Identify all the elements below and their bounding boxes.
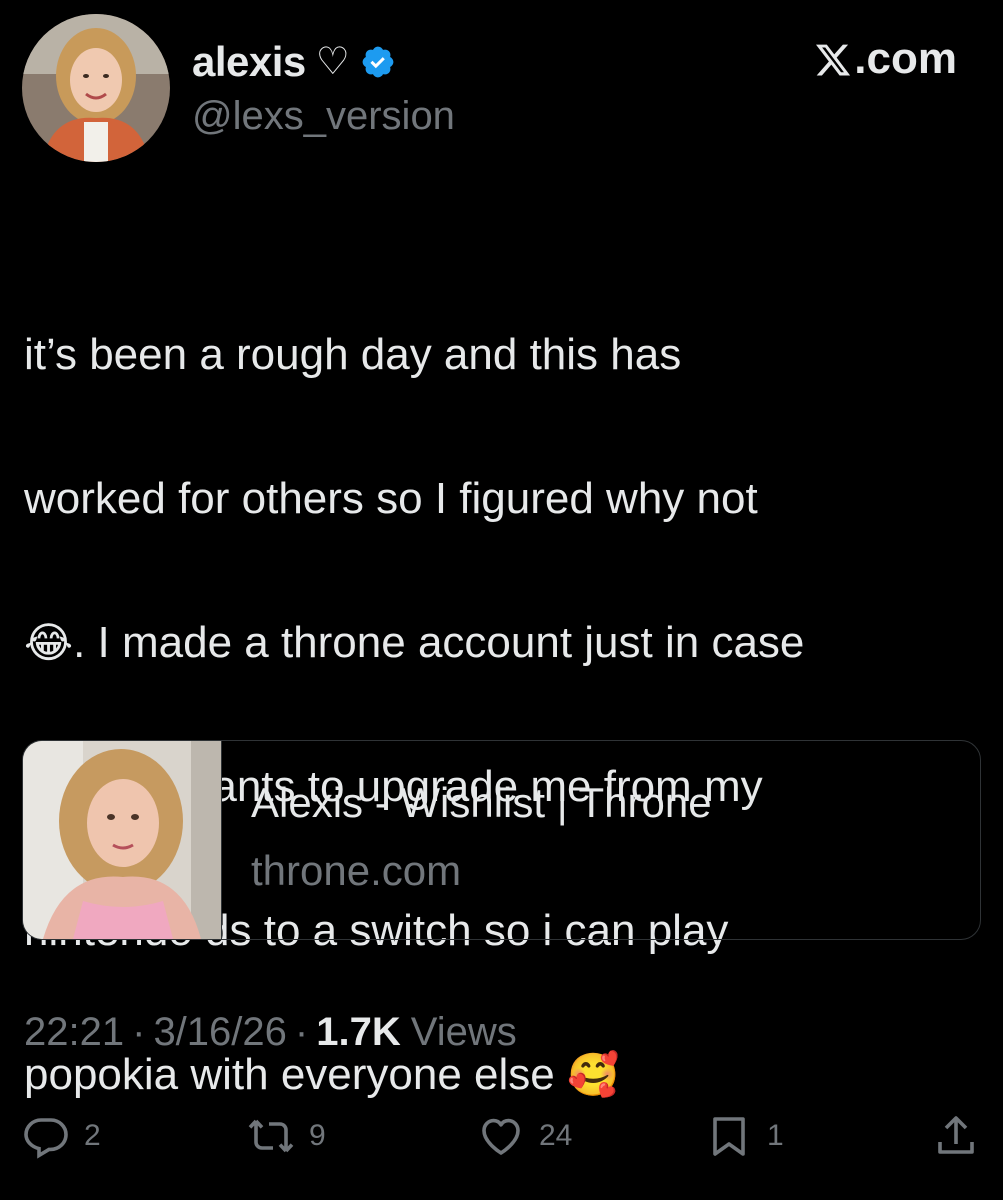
tweet-meta: 22:21 · 3/16/26 · 1.7K Views bbox=[24, 1010, 517, 1055]
bookmark-icon bbox=[705, 1112, 753, 1160]
verified-badge-icon bbox=[360, 44, 396, 80]
reply-count: 2 bbox=[84, 1119, 101, 1152]
x-logo-icon bbox=[814, 40, 852, 78]
views-label: Views bbox=[410, 1010, 517, 1054]
like-button[interactable]: 24 bbox=[477, 1106, 572, 1166]
site-label: .com bbox=[854, 34, 957, 83]
link-preview-card[interactable]: Alexis - Wishlist | Throne throne.com bbox=[22, 740, 981, 940]
repost-icon bbox=[247, 1112, 295, 1160]
tweet-line: 😂. I made a throne account just in case bbox=[24, 607, 974, 679]
card-divider bbox=[221, 741, 222, 939]
reply-button[interactable]: 2 bbox=[22, 1106, 101, 1166]
meta-separator: · bbox=[132, 1010, 146, 1054]
smiling-hearts-emoji-icon: 🥰 bbox=[567, 1050, 620, 1099]
tweet-line: it’s been a rough day and this has bbox=[24, 330, 682, 379]
link-card-title[interactable]: Alexis - Wishlist | Throne bbox=[251, 779, 712, 827]
author-handle[interactable]: @lexs_version bbox=[192, 94, 455, 139]
reply-icon bbox=[22, 1112, 70, 1160]
link-card-thumbnail bbox=[23, 741, 221, 939]
bookmark-button[interactable]: 1 bbox=[705, 1106, 784, 1166]
bookmark-count: 1 bbox=[767, 1119, 784, 1152]
meta-separator: · bbox=[294, 1010, 309, 1054]
repost-count: 9 bbox=[309, 1119, 326, 1152]
site-badge: .com bbox=[814, 34, 957, 84]
share-icon bbox=[932, 1112, 980, 1160]
heart-icon bbox=[477, 1112, 525, 1160]
laughing-crying-emoji-icon: 😂 bbox=[24, 618, 74, 667]
tweet-line-text: . I made a throne account just in case bbox=[73, 618, 805, 667]
repost-button[interactable]: 9 bbox=[247, 1106, 326, 1166]
heart-outline-icon: ♡ bbox=[315, 41, 350, 83]
link-card-domain: throne.com bbox=[251, 847, 462, 894]
display-name[interactable]: alexis bbox=[192, 38, 306, 86]
author-name-row: alexis ♡ bbox=[192, 34, 396, 90]
avatar[interactable] bbox=[22, 14, 170, 162]
like-count: 24 bbox=[539, 1119, 573, 1152]
views-count: 1.7K bbox=[316, 1010, 401, 1054]
tweet-date[interactable]: 3/16/26 bbox=[153, 1010, 286, 1055]
tweet-time[interactable]: 22:21 bbox=[24, 1010, 124, 1055]
share-button[interactable] bbox=[932, 1106, 980, 1166]
action-bar: 2 9 24 1 bbox=[22, 1106, 982, 1166]
tweet-line-text: popokia with everyone else bbox=[24, 1050, 567, 1099]
tweet-line: worked for others so I figured why not bbox=[24, 474, 758, 523]
